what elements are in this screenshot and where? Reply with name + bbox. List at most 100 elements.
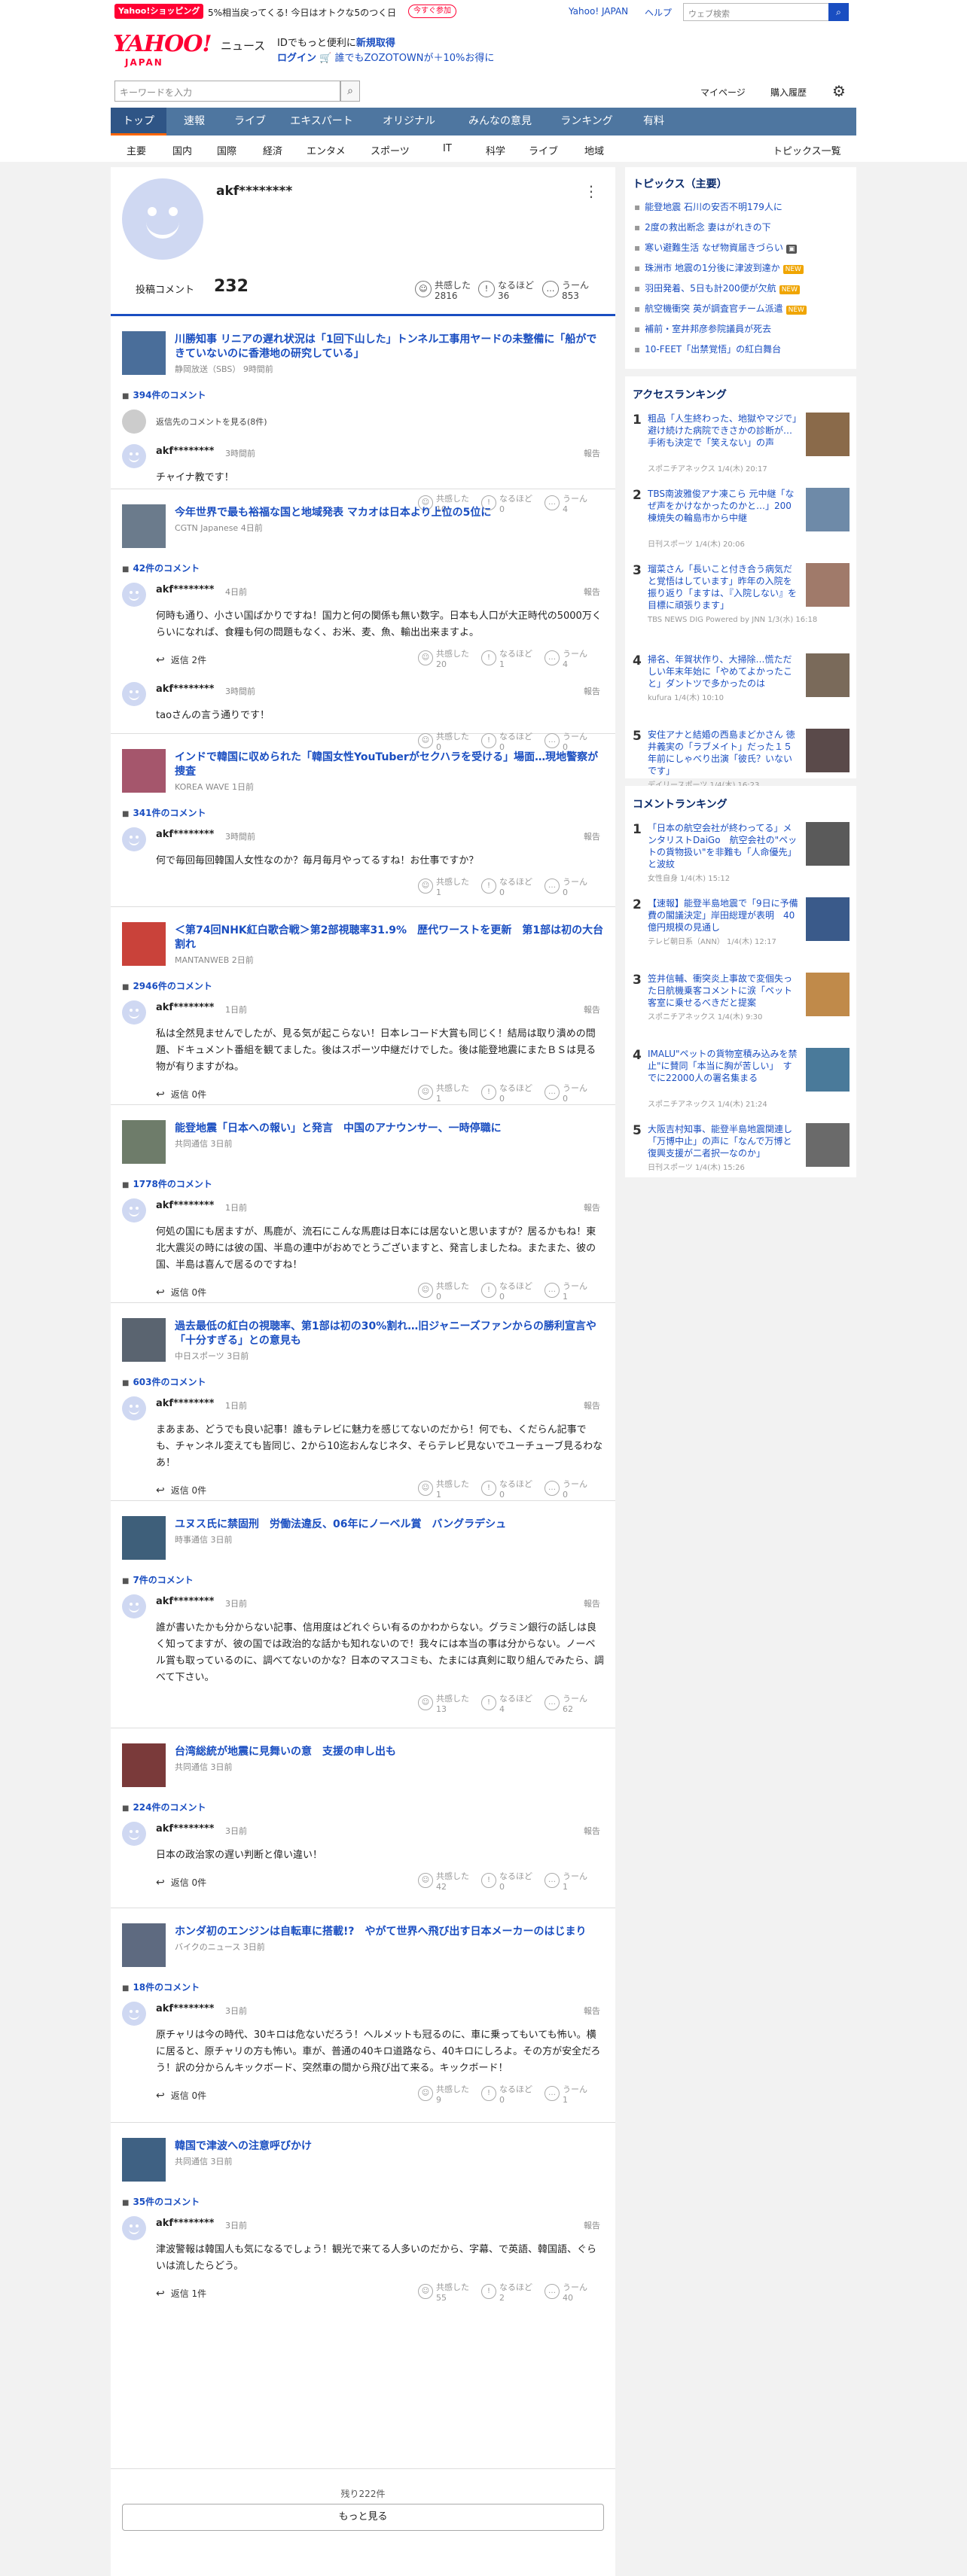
article-title[interactable]: 韓国で津波への注意呼びかけ	[175, 2139, 604, 2154]
subnav-domestic[interactable]: 国内	[172, 143, 192, 157]
article-title[interactable]: ホンダ初のエンジンは自転車に搭載!? やがて世界へ飛び出す日本メーカーのはじまり	[175, 1925, 604, 1939]
comment-author[interactable]: akf********	[156, 684, 214, 695]
comment-author[interactable]: akf********	[156, 1398, 214, 1409]
article-title[interactable]: ＜第74回NHK紅白歌合戦＞第2部視聴率31.9% 歴代ワーストを更新 第1部は…	[175, 924, 604, 952]
subnav-region[interactable]: 地域	[584, 143, 604, 157]
report-link[interactable]: 報告	[584, 1825, 600, 1837]
help-link[interactable]: ヘルプ	[645, 6, 672, 19]
ranking-thumbnail[interactable]	[806, 822, 850, 866]
more-options-icon[interactable]: ⋮	[584, 182, 599, 200]
topic-text[interactable]: 能登地震 石川の安否不明179人に	[645, 202, 782, 212]
ranking-thumbnail[interactable]	[806, 413, 850, 456]
article-title[interactable]: 川勝知事 リニアの遅れ状況は「1回下山した」トンネル工事用ヤードの未整備に「船が…	[175, 333, 604, 361]
ranking-item[interactable]: 3 瑠菜さん「長いこと付き合う病気だと覚悟はしています」昨年の入院を振り返り「ます…	[625, 563, 856, 624]
ranking-item[interactable]: 4 掃名、年賀状作り、大掃除…慌ただしい年末年始に「やめてよかったこと」ダントツで…	[625, 653, 856, 714]
topic-text[interactable]: 補前・室井邦彦参院議員が死去	[645, 324, 771, 334]
comment-count-link[interactable]: 18件のコメント	[122, 1981, 200, 1993]
article-thumbnail[interactable]	[122, 1743, 166, 1787]
topic-item[interactable]: 航空機衝突 英が調査官チーム派遣NEW	[634, 302, 853, 315]
nav-live[interactable]: ライブ	[222, 108, 278, 135]
ranking-item[interactable]: 5 安住アナと結婚の西島まどかさん 徳井義実の「ラブメイト」だった１５年前にしゃべ…	[625, 729, 856, 790]
topic-item[interactable]: 10-FEET「出禁覚悟」の紅白舞台	[634, 343, 853, 355]
topic-item[interactable]: 寒い避難生活 なぜ物資届きづらい▣	[634, 241, 853, 254]
report-link[interactable]: 報告	[584, 586, 600, 598]
article-thumbnail[interactable]	[122, 2138, 166, 2182]
comment-author[interactable]: akf********	[156, 1823, 214, 1835]
article-thumbnail[interactable]	[122, 1516, 166, 1560]
subnav-entertainment[interactable]: エンタメ	[307, 143, 346, 157]
ranking-title[interactable]: 【速報】能登半島地震で「9日に予備費の閣議決定」岸田総理が表明 40億円規模の見…	[648, 897, 798, 933]
report-link[interactable]: 報告	[584, 447, 600, 459]
ranking-thumbnail[interactable]	[806, 1123, 850, 1167]
ranking-thumbnail[interactable]	[806, 1048, 850, 1092]
gear-icon[interactable]: ⚙	[828, 81, 850, 102]
ranking-title[interactable]: 掃名、年賀状作り、大掃除…慌ただしい年末年始に「やめてよかったこと」ダントツで多…	[648, 653, 798, 690]
subnav-science[interactable]: 科学	[486, 143, 505, 157]
topic-text[interactable]: 航空機衝突 英が調査官チーム派遣	[645, 303, 782, 314]
ranking-item[interactable]: 1 粗品「人生終わった、地獄やマジで」避け続けた病院できさかの診断が…手術も決定で…	[625, 413, 856, 473]
subnav-main[interactable]: 主要	[127, 143, 146, 157]
ranking-title[interactable]: IMALU"ペットの貨物室積み込みを禁止"に賛同「本当に胸が苦しい」 すでに22…	[648, 1048, 798, 1084]
topic-item[interactable]: 羽田発着、5日も計200便が欠航NEW	[634, 282, 853, 294]
mypage-link[interactable]: マイページ	[700, 86, 746, 99]
ranking-item[interactable]: 5 大阪吉村知事、能登半島地震関連し「万博中止」の声に「なんで万博と復興支援が二者…	[625, 1123, 856, 1183]
comment-count-link[interactable]: 2946件のコメント	[122, 979, 212, 992]
reply-ref-link[interactable]: 返信先のコメントを見る(8件)	[156, 414, 604, 431]
article-title[interactable]: インドで韓国に収められた「韓国女性YouTuberがセクハラを受ける」場面…現地…	[175, 751, 604, 779]
shopping-logo[interactable]: Yahoo!ショッピング	[114, 4, 204, 19]
comment-count-link[interactable]: 224件のコメント	[122, 1801, 206, 1813]
article-thumbnail[interactable]	[122, 504, 166, 548]
comment-count-link[interactable]: 42件のコメント	[122, 562, 200, 574]
zozo-promo[interactable]: 🛒 誰でもZOZOTOWNが＋10%お得に	[319, 53, 494, 64]
ranking-thumbnail[interactable]	[806, 897, 850, 941]
ranking-title[interactable]: 瑠菜さん「長いこと付き合う病気だと覚悟はしています」昨年の入院を振り返り「ますは…	[648, 563, 798, 611]
comment-author[interactable]: akf********	[156, 1596, 214, 1607]
ranking-item[interactable]: 1 「日本の航空会社が終わってる」メンタリストDaiGo 航空会社の"ペットの貨物…	[625, 822, 856, 883]
comment-count-link[interactable]: 7件のコメント	[122, 1573, 193, 1586]
comment-count-link[interactable]: 394件のコメント	[122, 388, 206, 401]
topic-item[interactable]: 2度の救出断念 妻はがれきの下	[634, 221, 853, 233]
comment-author[interactable]: akf********	[156, 1200, 214, 1211]
ranking-title[interactable]: 大阪吉村知事、能登半島地震関連し「万博中止」の声に「なんで万博と復興支援が二者択…	[648, 1123, 798, 1159]
ranking-item[interactable]: 3 笠井信輔、衝突炎上事故で変個失った日航機乗客コメントに涙「ペット客室に乗せるべ…	[625, 973, 856, 1033]
purchase-history-link[interactable]: 購入履歴	[770, 86, 807, 99]
ranking-thumbnail[interactable]	[806, 653, 850, 697]
nav-top[interactable]: トップ	[111, 108, 166, 135]
comment-author[interactable]: akf********	[156, 2218, 214, 2229]
article-title[interactable]: 過去最低の紅白の視聴率、第1部は初の30%割れ…旧ジャニーズファンからの勝利宣言…	[175, 1320, 604, 1348]
signup-link[interactable]: 新規取得	[356, 38, 395, 49]
nav-original[interactable]: オリジナル	[365, 108, 453, 135]
replies-button[interactable]: 返信 1件	[156, 2287, 206, 2300]
article-title[interactable]: 能登地震「日本への報い」と発言 中国のアナウンサー、一時停職に	[175, 1122, 604, 1136]
report-link[interactable]: 報告	[584, 2005, 600, 2017]
comment-author[interactable]: akf********	[156, 829, 214, 840]
web-search-input[interactable]: ウェブ検索	[683, 3, 849, 21]
comment-author[interactable]: akf********	[156, 2003, 214, 2014]
article-title[interactable]: 台湾総統が地震に見舞いの意 支援の申し出も	[175, 1745, 604, 1759]
ranking-thumbnail[interactable]	[806, 563, 850, 607]
comment-count-link[interactable]: 341件のコメント	[122, 806, 206, 819]
nav-breaking[interactable]: 速報	[166, 108, 222, 135]
comment-count-link[interactable]: 35件のコメント	[122, 2195, 200, 2208]
ranking-item[interactable]: 4 IMALU"ペットの貨物室積み込みを禁止"に賛同「本当に胸が苦しい」 すでに2…	[625, 1048, 856, 1109]
article-thumbnail[interactable]	[122, 1318, 166, 1362]
nav-ranking[interactable]: ランキング	[548, 108, 626, 135]
ranking-item[interactable]: 2 TBS南波雅俊アナ凍こら 元中継「なぜ声をかけなかったのかと…」200棟焼失の…	[625, 488, 856, 549]
report-link[interactable]: 報告	[584, 830, 600, 842]
replies-button[interactable]: 返信 2件	[156, 653, 206, 666]
topic-item[interactable]: 補前・室井邦彦参院議員が死去	[634, 322, 853, 335]
article-thumbnail[interactable]	[122, 1923, 166, 1967]
news-logo-text[interactable]: ニュース	[221, 38, 265, 53]
ranking-title[interactable]: 安住アナと結婚の西島まどかさん 徳井義実の「ラブメイト」だった１５年前にしゃべり…	[648, 729, 798, 777]
subnav-live[interactable]: ライブ	[529, 143, 558, 157]
replies-button[interactable]: 返信 0件	[156, 1876, 206, 1889]
topic-text[interactable]: 寒い避難生活 なぜ物資届きづらい	[645, 242, 783, 253]
topic-text[interactable]: 珠洲市 地震の1分後に津波到達か	[645, 263, 779, 273]
topic-text[interactable]: 10-FEET「出禁覚悟」の紅白舞台	[645, 344, 781, 355]
topic-text[interactable]: 2度の救出断念 妻はがれきの下	[645, 222, 770, 233]
yahoo-logo[interactable]: YAHOO!	[113, 33, 212, 56]
subnav-economy[interactable]: 経済	[263, 143, 282, 157]
comment-count-link[interactable]: 603件のコメント	[122, 1375, 206, 1388]
replies-button[interactable]: 返信 0件	[156, 1286, 206, 1299]
ranking-thumbnail[interactable]	[806, 973, 850, 1016]
